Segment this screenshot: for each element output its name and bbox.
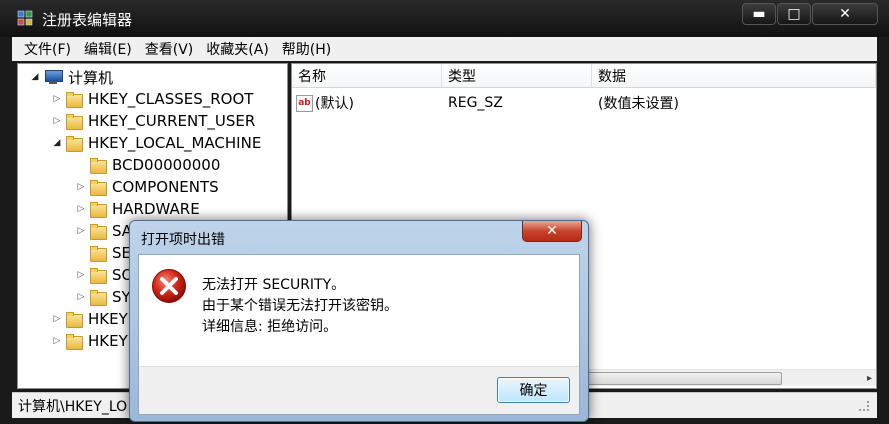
tree-node-hklm[interactable]: ◢ HKEY_LOCAL_MACHINE (50, 132, 261, 154)
folder-icon (90, 224, 107, 240)
list-item-default[interactable]: ab (默认) (296, 92, 354, 114)
value-name: (默认) (315, 96, 354, 112)
collapse-arrow-icon[interactable]: ◢ (28, 72, 42, 82)
computer-icon (44, 70, 63, 84)
dialog-close-button[interactable]: ✕ (522, 221, 582, 242)
string-value-icon: ab (296, 94, 313, 112)
tree-node-label: HKEY (88, 310, 128, 328)
folder-icon (90, 290, 107, 306)
collapse-arrow-icon[interactable]: ◢ (50, 138, 64, 148)
menu-edit[interactable]: 编辑(E) (84, 39, 132, 59)
expand-arrow-icon[interactable]: ▷ (50, 116, 64, 126)
resize-grip-icon[interactable] (859, 401, 869, 411)
folder-icon (66, 114, 83, 130)
menu-view[interactable]: 查看(V) (145, 39, 194, 59)
status-path: 计算机\HKEY_LO (18, 398, 128, 415)
error-message-line-1: 无法打开 SECURITY。 (202, 277, 346, 293)
column-header-data[interactable]: 数据 (592, 64, 876, 88)
window-title: 注册表编辑器 (42, 11, 133, 29)
close-button[interactable]: ✕ (812, 3, 878, 25)
folder-icon (66, 92, 83, 108)
dialog-title: 打开项时出错 (141, 232, 225, 248)
expand-arrow-icon[interactable]: ▷ (74, 226, 88, 236)
folder-icon (66, 334, 83, 350)
menu-favorites[interactable]: 收藏夹(A) (206, 39, 269, 59)
tree-node-hardware[interactable]: ▷ HARDWARE (74, 198, 200, 220)
value-type: REG_SZ (448, 95, 503, 111)
dialog-footer: 确定 (139, 366, 579, 414)
expand-arrow-icon[interactable]: ▷ (74, 204, 88, 214)
tree-node-hkcr[interactable]: ▷ HKEY_CLASSES_ROOT (50, 88, 253, 110)
tree-node-label: HKEY_CLASSES_ROOT (88, 90, 254, 108)
tree-node-sam[interactable]: ▷ SA (74, 220, 132, 242)
tree-node-software[interactable]: ▷ SO (74, 264, 133, 286)
value-data: (数值未设置) (598, 96, 679, 112)
tree-node-label: COMPONENTS (112, 178, 219, 196)
folder-icon (66, 312, 83, 328)
dialog-body: 无法打开 SECURITY。 由于某个错误无法打开该密钥。 详细信息: 拒绝访问… (138, 254, 580, 415)
minimize-button[interactable]: ▬ (742, 3, 776, 25)
error-message-line-2: 由于某个错误无法打开该密钥。 (202, 298, 398, 314)
error-message-line-3: 详细信息: 拒绝访问。 (202, 319, 338, 335)
tree-node-hku[interactable]: ▷ HKEY (50, 308, 128, 330)
folder-icon (66, 136, 83, 152)
error-icon (152, 269, 186, 303)
tree-node-computer[interactable]: ◢ 计算机 (28, 66, 113, 88)
tree-node-label: HKEY (88, 332, 128, 350)
folder-icon (90, 268, 107, 284)
tree-node-system[interactable]: ▷ SY (74, 286, 131, 308)
expand-arrow-icon[interactable]: ▷ (50, 314, 64, 324)
column-header-name[interactable]: 名称 (292, 64, 442, 88)
tree-node-hkcc[interactable]: ▷ HKEY (50, 330, 128, 352)
folder-icon (90, 202, 107, 218)
regedit-app-icon (17, 10, 33, 26)
error-dialog: 打开项时出错 ✕ 无法打开 SECURITY。 由于某个错误无法打开该密钥。 详… (129, 220, 589, 422)
tree-node-label: 计算机 (68, 68, 114, 87)
folder-icon (90, 246, 107, 262)
expand-arrow-icon[interactable]: ▷ (50, 336, 64, 346)
expand-arrow-icon[interactable]: ▷ (74, 292, 88, 302)
tree-node-label: BCD00000000 (112, 156, 221, 174)
menu-file[interactable]: 文件(F) (24, 39, 71, 59)
title-bar: 注册表编辑器 ▬ □ ✕ (0, 0, 889, 37)
folder-icon (90, 158, 107, 174)
tree-node-security[interactable]: SE (74, 242, 131, 264)
expand-arrow-icon[interactable]: ▷ (50, 94, 64, 104)
expand-arrow-icon[interactable]: ▷ (74, 182, 88, 192)
tree-node-label: SY (112, 288, 131, 306)
tree-node-label: HKEY_CURRENT_USER (88, 112, 256, 130)
expand-arrow-icon[interactable]: ▷ (74, 270, 88, 280)
tree-node-label: HARDWARE (112, 200, 200, 218)
scroll-right-arrow-icon[interactable]: ▸ (867, 370, 872, 387)
menu-bar: 文件(F) 编辑(E) 查看(V) 收藏夹(A) 帮助(H) (12, 37, 877, 61)
column-header-type[interactable]: 类型 (442, 64, 592, 88)
folder-icon (90, 180, 107, 196)
tree-node-hkcu[interactable]: ▷ HKEY_CURRENT_USER (50, 110, 255, 132)
menu-help[interactable]: 帮助(H) (282, 39, 331, 59)
tree-node-components[interactable]: ▷ COMPONENTS (74, 176, 219, 198)
tree-node-bcd[interactable]: BCD00000000 (74, 154, 220, 176)
maximize-button[interactable]: □ (777, 3, 811, 25)
ok-button[interactable]: 确定 (497, 377, 570, 403)
tree-node-label: HKEY_LOCAL_MACHINE (88, 134, 262, 152)
